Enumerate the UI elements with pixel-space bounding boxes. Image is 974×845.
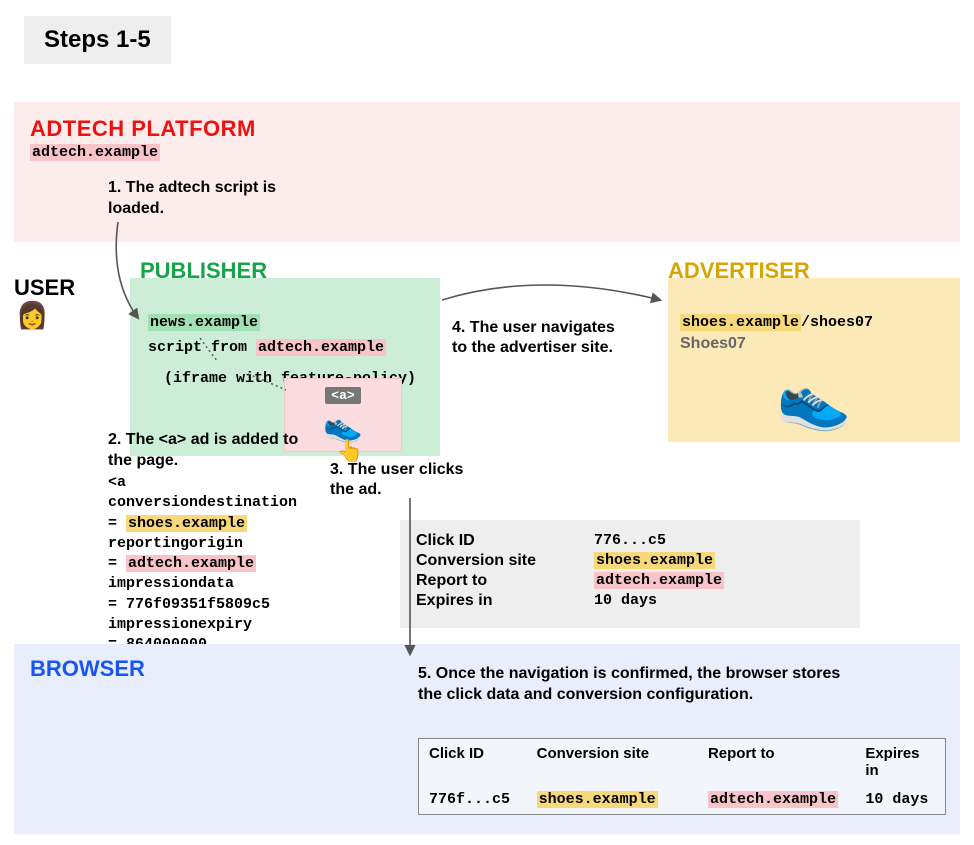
report-to-value: adtech.example — [594, 572, 724, 590]
ad-anchor-code: <a conversiondestination = shoes.example… — [108, 473, 358, 655]
browser-storage-table: Click ID Conversion site Report to Expir… — [418, 738, 946, 815]
user-heading: USER — [14, 275, 75, 301]
report-to-label: Report to — [416, 572, 586, 590]
table-row: 776f...c5 shoes.example adtech.example 1… — [419, 785, 945, 814]
clickid-value: 776...c5 — [594, 532, 666, 550]
click-data-box: Click ID 776...c5 Conversion site shoes.… — [400, 520, 860, 628]
expires-value: 10 days — [594, 592, 657, 610]
code-line: impressiondata — [108, 574, 358, 594]
publisher-script-prefix: script from — [148, 339, 256, 356]
code-line: reportingorigin — [108, 534, 358, 554]
user-icon: 👩 — [16, 300, 48, 331]
clickid-label: Click ID — [416, 532, 586, 550]
adtech-heading: ADTECH PLATFORM — [30, 116, 944, 142]
td-conversion-site: shoes.example — [527, 785, 698, 814]
step-3-text: 3. The user clicks the ad. — [330, 460, 490, 501]
code-line: = 776f09351f5809c5 — [108, 595, 358, 615]
conversion-site-value: shoes.example — [594, 552, 715, 570]
step-4-text: 4. The user navigates to the advertiser … — [452, 318, 632, 359]
publisher-script-domain: adtech.example — [256, 339, 386, 356]
publisher-domain-text: news.example — [148, 314, 260, 331]
code-line: impressionexpiry — [108, 615, 358, 635]
th-report-to: Report to — [698, 739, 855, 785]
th-expires: Expires in — [855, 739, 945, 785]
advertiser-url: shoes.example/shoes07 — [680, 314, 948, 331]
publisher-domain: news.example — [148, 314, 428, 331]
code-line: = adtech.example — [108, 554, 358, 574]
td-report-to: adtech.example — [698, 785, 855, 814]
adtech-panel: ADTECH PLATFORM adtech.example — [14, 102, 960, 242]
page-title-badge: Steps 1-5 — [24, 16, 171, 64]
publisher-script-line: script from adtech.example — [148, 339, 428, 356]
step-5-text: 5. Once the navigation is confirmed, the… — [418, 664, 848, 706]
advertiser-domain: shoes.example — [680, 314, 801, 331]
shoe-icon: 👟 — [777, 363, 852, 434]
step-1-text: 1. The adtech script is loaded. — [108, 178, 308, 220]
advertiser-panel: shoes.example/shoes07 Shoes07 👟 — [668, 278, 960, 442]
th-conversion-site: Conversion site — [527, 739, 698, 785]
adtech-domain: adtech.example — [30, 144, 944, 161]
td-clickid: 776f...c5 — [419, 785, 527, 814]
code-line: conversiondestination — [108, 493, 358, 513]
advertiser-product-image: 👟 — [680, 363, 948, 434]
td-expires: 10 days — [855, 785, 945, 814]
advertiser-path: /shoes07 — [801, 314, 873, 331]
expires-label: Expires in — [416, 592, 586, 610]
step-2-text: 2. The <a> ad is added to the page. — [108, 430, 308, 472]
advertiser-product-name: Shoes07 — [680, 335, 948, 353]
conversion-site-label: Conversion site — [416, 552, 586, 570]
code-line: <a — [108, 473, 358, 493]
th-clickid: Click ID — [419, 739, 527, 785]
code-line: = shoes.example — [108, 514, 358, 534]
table-header-row: Click ID Conversion site Report to Expir… — [419, 739, 945, 785]
adtech-domain-text: adtech.example — [30, 144, 160, 161]
a-tag-chip: <a> — [325, 387, 360, 404]
